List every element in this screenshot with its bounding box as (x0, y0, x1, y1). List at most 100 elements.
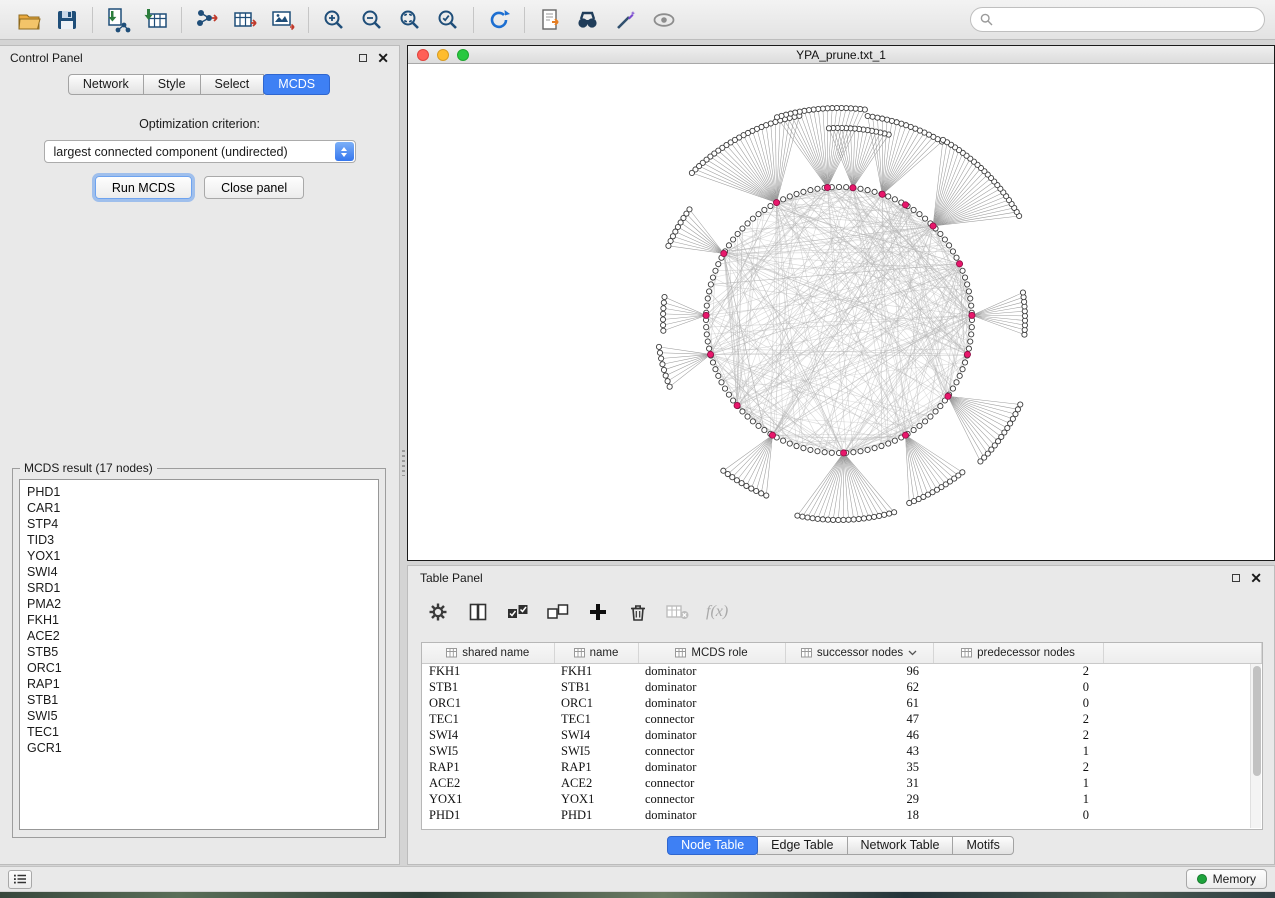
search-icon (980, 13, 993, 26)
close-panel-button[interactable]: Close panel (204, 176, 304, 199)
scrollbar-thumb[interactable] (1253, 666, 1261, 776)
tab-select[interactable]: Select (200, 74, 265, 95)
mcds-node-label[interactable]: RAP1 (27, 676, 378, 692)
mcds-result-title: MCDS result (17 nodes) (20, 461, 157, 475)
search-input[interactable] (999, 13, 1255, 27)
table-row[interactable]: ACE2ACE2connector311 (422, 775, 1262, 791)
network-canvas[interactable] (408, 65, 1274, 560)
mcds-node-label[interactable]: TID3 (27, 532, 378, 548)
table-row[interactable]: TEC1TEC1connector472 (422, 711, 1262, 727)
table-row[interactable]: SWI4SWI4dominator462 (422, 727, 1262, 743)
mcds-node-label[interactable]: STB5 (27, 644, 378, 660)
window-zoom-icon[interactable] (457, 49, 469, 61)
col-predecessor-nodes[interactable]: predecessor nodes (933, 643, 1103, 663)
search-field[interactable] (970, 7, 1265, 32)
column-grid-icon (574, 648, 585, 658)
network-window-titlebar[interactable]: YPA_prune.txt_1 (408, 46, 1274, 64)
zoom-selected-icon[interactable] (429, 4, 467, 36)
mcds-node-label[interactable]: SRD1 (27, 580, 378, 596)
tab-node-table[interactable]: Node Table (667, 836, 758, 855)
col-successor-nodes[interactable]: successor nodes (785, 643, 933, 663)
table-scrollbar[interactable] (1250, 664, 1261, 828)
col-name[interactable]: name (554, 643, 638, 663)
table-panel-title: Table Panel (420, 571, 483, 585)
mcds-node-label[interactable]: SWI5 (27, 708, 378, 724)
mcds-node-label[interactable]: STP4 (27, 516, 378, 532)
memory-button[interactable]: Memory (1186, 869, 1267, 889)
mcds-node-label[interactable]: ORC1 (27, 660, 378, 676)
mcds-node-label[interactable]: PHD1 (27, 484, 378, 500)
mcds-result-list[interactable]: PHD1CAR1STP4TID3YOX1SWI4SRD1PMA2FKH1ACE2… (19, 479, 379, 830)
memory-button-label: Memory (1213, 872, 1256, 886)
table-panel-header: Table Panel ✕ (408, 566, 1274, 590)
delete-column-trash-icon[interactable] (626, 600, 650, 624)
function-builder-icon: f(x) (706, 603, 728, 621)
table-panel: Table Panel ✕ f(x) (407, 565, 1275, 865)
style-wand-icon[interactable] (607, 4, 645, 36)
float-panel-icon[interactable] (359, 54, 367, 62)
show-columns-icon[interactable] (466, 600, 490, 624)
mcds-node-label[interactable]: FKH1 (27, 612, 378, 628)
control-panel-header: Control Panel ✕ (0, 46, 399, 70)
add-column-plus-icon[interactable] (586, 600, 610, 624)
mcds-node-label[interactable]: STB1 (27, 692, 378, 708)
mcds-node-label[interactable]: PMA2 (27, 596, 378, 612)
export-image-icon[interactable] (264, 4, 302, 36)
tab-network-table[interactable]: Network Table (847, 836, 954, 855)
col-mcds-role[interactable]: MCDS role (638, 643, 785, 663)
status-bar: Memory (0, 866, 1275, 891)
task-history-button[interactable] (8, 870, 32, 889)
tab-style[interactable]: Style (143, 74, 201, 95)
window-minimize-icon[interactable] (437, 49, 449, 61)
save-icon[interactable] (48, 4, 86, 36)
close-table-panel-icon[interactable]: ✕ (1250, 573, 1262, 583)
vertical-splitter[interactable] (400, 45, 407, 865)
toolbar-separator (181, 7, 182, 33)
share-document-icon[interactable] (531, 4, 569, 36)
mcds-node-label[interactable]: YOX1 (27, 548, 378, 564)
table-row[interactable]: ORC1ORC1dominator610 (422, 695, 1262, 711)
table-settings-gear-icon[interactable] (426, 600, 450, 624)
tab-network[interactable]: Network (68, 74, 144, 95)
export-table-icon[interactable] (226, 4, 264, 36)
mcds-node-label[interactable]: CAR1 (27, 500, 378, 516)
tab-mcds[interactable]: MCDS (263, 74, 330, 95)
dropdown-stepper-icon (335, 142, 354, 161)
mcds-node-label[interactable]: ACE2 (27, 628, 378, 644)
refresh-layout-icon[interactable] (480, 4, 518, 36)
control-panel-tabs: Network Style Select MCDS (0, 74, 399, 95)
table-header-row: shared name name MCDS role successor nod… (422, 643, 1262, 663)
zoom-fit-icon[interactable] (391, 4, 429, 36)
column-grid-icon (446, 648, 457, 658)
float-table-panel-icon[interactable] (1232, 574, 1240, 582)
close-panel-icon[interactable]: ✕ (377, 53, 389, 63)
search-network-icon[interactable] (569, 4, 607, 36)
col-shared-name[interactable]: shared name (422, 643, 554, 663)
table-row[interactable]: YOX1YOX1connector291 (422, 791, 1262, 807)
mcds-node-label[interactable]: SWI4 (27, 564, 378, 580)
column-grid-icon (801, 648, 812, 658)
table-row[interactable]: PHD1PHD1dominator180 (422, 807, 1262, 823)
desktop-wallpaper-strip (0, 892, 1275, 898)
table-row[interactable]: STB1STB1dominator620 (422, 679, 1262, 695)
run-mcds-button[interactable]: Run MCDS (95, 176, 192, 199)
zoom-in-icon[interactable] (315, 4, 353, 36)
criterion-dropdown[interactable]: largest connected component (undirected) (44, 140, 356, 163)
toolbar-separator (92, 7, 93, 33)
table-row[interactable]: FKH1FKH1dominator962 (422, 663, 1262, 679)
window-close-icon[interactable] (417, 49, 429, 61)
export-network-icon[interactable] (188, 4, 226, 36)
tab-edge-table[interactable]: Edge Table (757, 836, 847, 855)
select-all-icon[interactable] (506, 600, 530, 624)
mcds-node-label[interactable]: TEC1 (27, 724, 378, 740)
show-hide-icon[interactable] (645, 4, 683, 36)
mcds-node-label[interactable]: GCR1 (27, 740, 378, 756)
open-file-icon[interactable] (10, 4, 48, 36)
tab-motifs[interactable]: Motifs (952, 836, 1013, 855)
import-table-file-icon[interactable] (137, 4, 175, 36)
import-network-file-icon[interactable] (99, 4, 137, 36)
deselect-all-icon[interactable] (546, 600, 570, 624)
table-row[interactable]: SWI5SWI5connector431 (422, 743, 1262, 759)
table-row[interactable]: RAP1RAP1dominator352 (422, 759, 1262, 775)
zoom-out-icon[interactable] (353, 4, 391, 36)
